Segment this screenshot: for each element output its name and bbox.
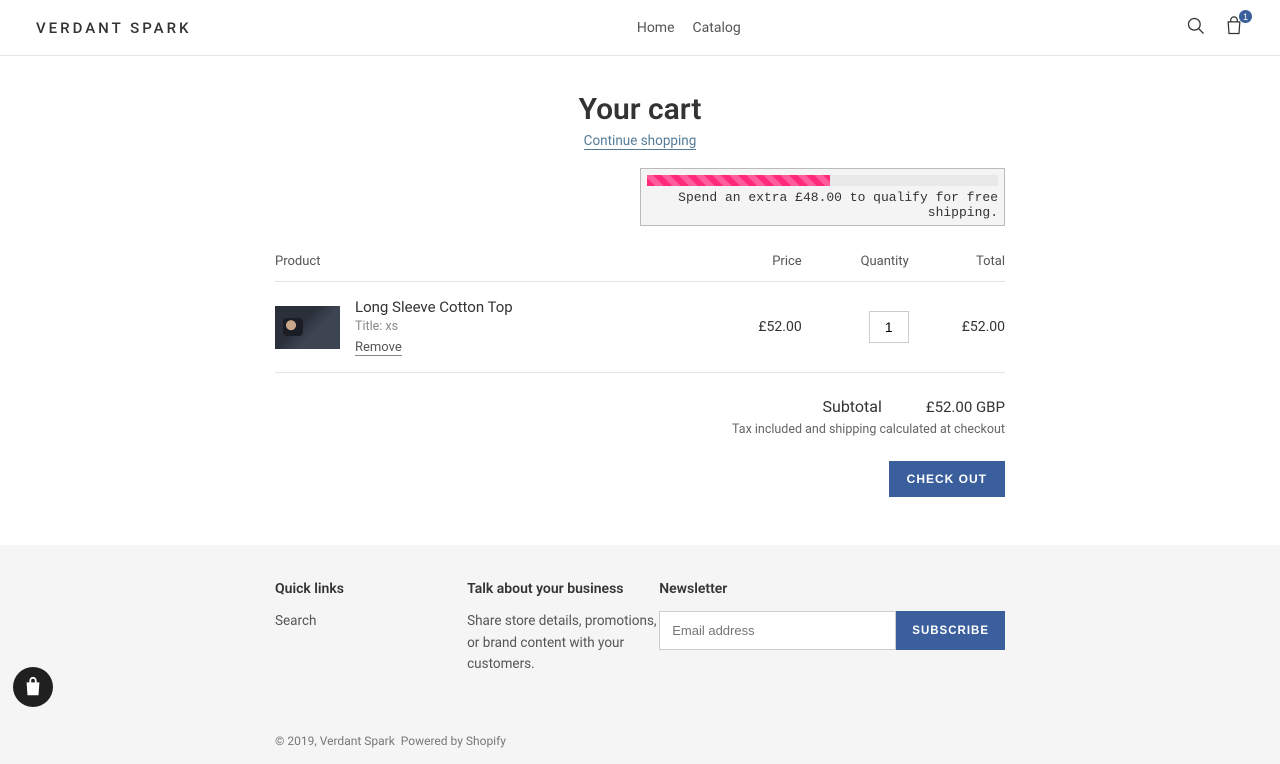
main-nav: Home Catalog — [637, 20, 741, 36]
checkout-button[interactable]: Check out — [889, 461, 1005, 497]
cart-count-badge: 1 — [1239, 10, 1252, 23]
remove-link[interactable]: Remove — [355, 340, 402, 356]
page-title: Your cart — [275, 92, 1005, 127]
col-qty: Quantity — [802, 254, 909, 282]
newsletter-title: Newsletter — [659, 581, 1005, 597]
nav-catalog[interactable]: Catalog — [693, 20, 741, 36]
logo[interactable]: VERDANT SPARK — [36, 19, 192, 37]
item-total: £52.00 — [909, 282, 1005, 373]
cart-button[interactable]: 1 — [1224, 16, 1244, 39]
col-total: Total — [909, 254, 1005, 282]
shipping-progress-track — [647, 175, 998, 186]
site-header: VERDANT SPARK Home Catalog 1 — [0, 0, 1280, 56]
col-price: Price — [705, 254, 801, 282]
subscribe-button[interactable]: Subscribe — [896, 611, 1005, 650]
search-button[interactable] — [1186, 16, 1206, 39]
shopify-bag-icon — [22, 676, 44, 698]
footer-newsletter: Newsletter Subscribe — [659, 581, 1005, 676]
footer-about: Talk about your business Share store det… — [467, 581, 659, 676]
subtotal-value: £52.00 GBP — [926, 398, 1005, 416]
search-icon — [1186, 16, 1206, 36]
product-thumbnail[interactable] — [275, 306, 340, 349]
shipping-message: Spend an extra £48.00 to qualify for fre… — [647, 186, 998, 220]
quick-links-title: Quick links — [275, 581, 467, 597]
shipping-progress-fill — [647, 175, 830, 186]
continue-shopping-link[interactable]: Continue shopping — [584, 133, 697, 150]
footer-copyright: © 2019, Verdant Spark Powered by Shopify — [275, 734, 1005, 748]
header-actions: 1 — [1186, 16, 1244, 39]
email-input[interactable] — [659, 611, 896, 650]
item-price: £52.00 — [705, 282, 801, 373]
about-text: Share store details, promotions, or bran… — [467, 611, 659, 676]
nav-home[interactable]: Home — [637, 20, 675, 36]
col-product: Product — [275, 254, 705, 282]
cart-page: Your cart Continue shopping Spend an ext… — [275, 56, 1005, 545]
cart-table: Product Price Quantity Total Long Sleeve… — [275, 254, 1005, 373]
shopify-chat-widget[interactable] — [13, 667, 53, 707]
footer-search-link[interactable]: Search — [275, 613, 316, 629]
product-name[interactable]: Long Sleeve Cotton Top — [355, 298, 705, 316]
product-variant: Title: xs — [355, 319, 705, 334]
copyright-brand-link[interactable]: Verdant Spark — [320, 734, 395, 748]
cart-summary: Subtotal £52.00 GBP Tax included and shi… — [275, 397, 1005, 497]
tax-note: Tax included and shipping calculated at … — [275, 422, 1005, 437]
subtotal-label: Subtotal — [823, 397, 882, 416]
site-footer: Quick links Search Talk about your busin… — [0, 545, 1280, 764]
free-shipping-box: Spend an extra £48.00 to qualify for fre… — [640, 168, 1005, 226]
copyright-prefix: © 2019, — [275, 734, 320, 748]
quantity-input[interactable] — [869, 311, 909, 343]
cart-row: Long Sleeve Cotton Top Title: xs Remove … — [275, 282, 1005, 373]
about-title: Talk about your business — [467, 581, 659, 597]
footer-quick-links: Quick links Search — [275, 581, 467, 676]
powered-by-link[interactable]: Powered by Shopify — [401, 734, 506, 748]
